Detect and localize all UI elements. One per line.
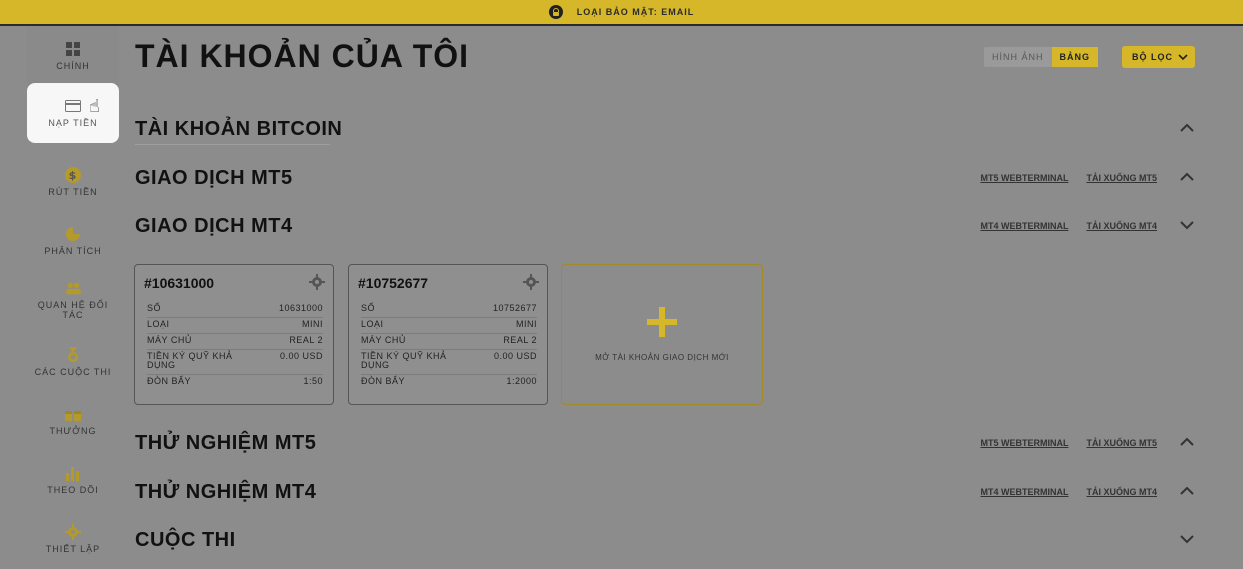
gift-icon	[65, 406, 81, 422]
account-card[interactable]: #10752677 SỐ 10752677 LOẠI MINI MÁY CHỦ REA…	[348, 264, 548, 405]
account-row-type: LOẠI MINI	[361, 318, 537, 334]
section-trading-mt4: GIAO DỊCH MT4 MT4 WEBTERMINAL TẢI XUỐNG …	[135, 215, 1195, 245]
section-title: CUỘC THI	[135, 529, 236, 551]
sidebar-item-settings[interactable]: THIẾT LẬP	[27, 509, 119, 569]
chevron-up-icon[interactable]	[1179, 483, 1195, 499]
lock-icon	[548, 5, 563, 19]
sidebar: CHÍNH NẠP TIỀN $ RÚT TIỀN PHÂN TÍCH QUAN…	[0, 26, 140, 554]
section-title: THỬ NGHIỆM MT4	[135, 481, 317, 503]
sidebar-item-main[interactable]: CHÍNH	[27, 26, 119, 86]
view-table-option[interactable]: BẢNG	[1051, 47, 1099, 67]
sidebar-item-bonus[interactable]: THƯỞNG	[27, 391, 119, 451]
account-row-number: SỐ 10752677	[361, 302, 537, 318]
section-divider	[135, 144, 330, 145]
section-title: THỬ NGHIỆM MT5	[135, 432, 317, 454]
sidebar-item-label: THƯỞNG	[49, 426, 97, 436]
account-card[interactable]: #10631000 SỐ 10631000 LOẠI MINI MÁY CHỦ REA…	[134, 264, 334, 405]
page-title: TÀI KHOẢN CỦA TÔI	[135, 38, 470, 74]
sidebar-item-partners[interactable]: QUAN HỆ ĐỐI TÁC	[27, 270, 119, 330]
account-row-leverage: ĐÒN BẨY 1:50	[147, 376, 323, 386]
medal-icon	[65, 347, 81, 363]
sidebar-item-deposit[interactable]: NẠP TIỀN	[27, 83, 119, 143]
section-demo-mt5: THỬ NGHIỆM MT5 MT5 WEBTERMINAL TẢI XUỐNG…	[135, 432, 1195, 462]
chevron-up-icon[interactable]	[1179, 169, 1195, 185]
account-number: #10752677	[358, 275, 429, 291]
dollar-icon: $	[65, 167, 81, 183]
sidebar-item-label: RÚT TIỀN	[48, 187, 98, 197]
gear-icon[interactable]	[523, 274, 539, 290]
account-row-server: MÁY CHỦ REAL 2	[361, 334, 537, 350]
view-image-option[interactable]: HÌNH ẢNH	[984, 47, 1052, 67]
mt4-webterminal-link[interactable]: MT4 WEBTERMINAL	[980, 221, 1068, 231]
section-title: TÀI KHOẢN BITCOIN	[135, 118, 343, 140]
account-row-type: LOẠI MINI	[147, 318, 323, 334]
open-new-account-label: MỞ TÀI KHOẢN GIAO DỊCH MỚI	[595, 353, 729, 362]
bar-chart-icon	[65, 465, 81, 481]
account-row-free-margin: TIỀN KÝ QUỸ KHẢ DỤNG 0.00 USD	[361, 350, 537, 375]
sidebar-item-analysis[interactable]: PHÂN TÍCH	[27, 211, 119, 271]
svg-text:$: $	[69, 169, 78, 182]
chevron-up-icon[interactable]	[1179, 120, 1195, 136]
download-mt5-link[interactable]: TẢI XUỐNG MT5	[1086, 438, 1157, 448]
sidebar-item-label: PHÂN TÍCH	[44, 246, 102, 256]
section-trading-mt5: GIAO DỊCH MT5 MT5 WEBTERMINAL TẢI XUỐNG …	[135, 167, 1195, 197]
sidebar-item-contests[interactable]: CÁC CUỘC THI	[27, 332, 119, 392]
gear-icon[interactable]	[309, 274, 325, 290]
chevron-down-icon[interactable]	[1179, 531, 1195, 547]
mt4-webterminal-link[interactable]: MT4 WEBTERMINAL	[980, 487, 1068, 497]
account-number: #10631000	[144, 275, 215, 291]
view-toggle[interactable]: HÌNH ẢNH BẢNG	[984, 47, 1099, 67]
security-type-bar: LOẠI BẢO MẬT: EMAIL	[0, 0, 1243, 26]
sidebar-item-label: QUAN HỆ ĐỐI TÁC	[37, 300, 109, 320]
account-row-leverage: ĐÒN BẨY 1:2000	[361, 376, 537, 386]
plus-icon	[647, 307, 677, 337]
section-title: GIAO DỊCH MT5	[135, 167, 293, 189]
section-demo-mt4: THỬ NGHIỆM MT4 MT4 WEBTERMINAL TẢI XUỐNG…	[135, 481, 1195, 511]
download-mt4-link[interactable]: TẢI XUỐNG MT4	[1086, 221, 1157, 231]
chevron-down-icon[interactable]	[1179, 217, 1195, 233]
download-mt5-link[interactable]: TẢI XUỐNG MT5	[1086, 173, 1157, 183]
section-bitcoin-accounts: TÀI KHOẢN BITCOIN	[135, 118, 1195, 148]
filter-label: BỘ LỌC	[1132, 52, 1173, 62]
sidebar-item-withdraw[interactable]: $ RÚT TIỀN	[27, 152, 119, 212]
sidebar-item-label: NẠP TIỀN	[48, 118, 98, 128]
mt5-webterminal-link[interactable]: MT5 WEBTERMINAL	[980, 173, 1068, 183]
section-contests: CUỘC THI	[135, 529, 1195, 559]
account-row-server: MÁY CHỦ REAL 2	[147, 334, 323, 350]
sidebar-item-label: THEO DÕI	[47, 485, 99, 495]
partners-icon	[65, 280, 81, 296]
sidebar-item-label: CHÍNH	[56, 61, 90, 71]
filter-dropdown[interactable]: BỘ LỌC	[1122, 46, 1195, 68]
security-type-text: LOẠI BẢO MẬT: EMAIL	[576, 7, 695, 17]
mt5-webterminal-link[interactable]: MT5 WEBTERMINAL	[980, 438, 1068, 448]
gear-icon	[65, 524, 81, 540]
sidebar-item-label: CÁC CUỘC THI	[34, 367, 112, 377]
dashboard-icon	[65, 41, 81, 57]
account-row-number: SỐ 10631000	[147, 302, 323, 318]
account-row-free-margin: TIỀN KÝ QUỸ KHẢ DỤNG 0.00 USD	[147, 350, 323, 375]
section-title: GIAO DỊCH MT4	[135, 215, 293, 237]
chevron-down-icon	[1178, 54, 1188, 60]
card-icon	[65, 98, 81, 114]
hand-cursor-icon: ☝	[89, 96, 100, 116]
sidebar-item-tracking[interactable]: THEO DÕI	[27, 450, 119, 510]
open-new-account-button[interactable]: MỞ TÀI KHOẢN GIAO DỊCH MỚI	[561, 264, 763, 405]
download-mt4-link[interactable]: TẢI XUỐNG MT4	[1086, 487, 1157, 497]
chevron-up-icon[interactable]	[1179, 434, 1195, 450]
pie-chart-icon	[65, 226, 81, 242]
